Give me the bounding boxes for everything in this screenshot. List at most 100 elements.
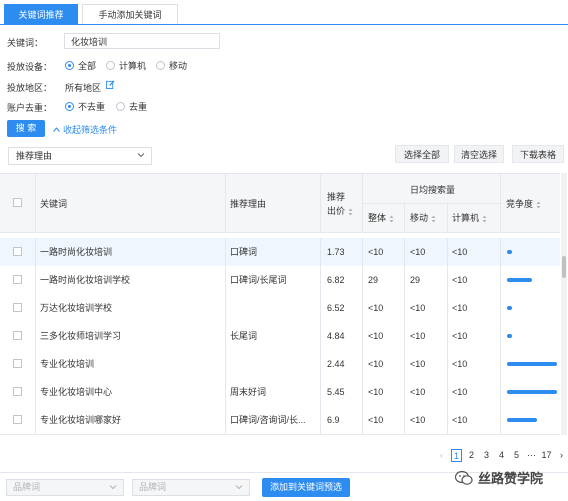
cell-computer: <10 bbox=[452, 331, 468, 341]
dedup-radio-yes[interactable]: 去重 bbox=[116, 100, 147, 113]
competition-bar bbox=[507, 278, 532, 282]
cell-keyword: 专业化妆培训中心 bbox=[40, 387, 113, 397]
row-checkbox[interactable] bbox=[13, 415, 22, 424]
page-4[interactable]: 4 bbox=[496, 449, 507, 462]
row-checkbox[interactable] bbox=[13, 247, 22, 256]
prev-page-icon[interactable]: ‹ bbox=[436, 449, 447, 462]
table-row[interactable]: 一路时尚化妆培训 口碑词 1.73 <10 <10 <10 bbox=[0, 238, 560, 267]
cell-computer: <10 bbox=[452, 275, 468, 285]
cell-computer: <10 bbox=[452, 415, 468, 425]
header-mobile[interactable]: 移动 bbox=[410, 211, 436, 224]
search-button[interactable]: 搜 索 bbox=[7, 120, 45, 137]
radio-label: 全部 bbox=[78, 61, 97, 71]
cell-reason: 口碑词 bbox=[230, 247, 258, 257]
cell-keyword: 三多化妆师培训学习 bbox=[40, 331, 122, 341]
keyword-input[interactable] bbox=[64, 33, 220, 49]
footer-select-1[interactable]: 品牌词 bbox=[6, 479, 124, 496]
row-checkbox[interactable] bbox=[13, 387, 22, 396]
next-page-icon[interactable]: › bbox=[556, 449, 567, 462]
chevron-up-icon bbox=[53, 127, 60, 132]
scrollbar-thumb[interactable] bbox=[562, 256, 566, 278]
select-all-checkbox[interactable] bbox=[13, 198, 22, 207]
download-table-button[interactable]: 下载表格 bbox=[512, 145, 564, 163]
watermark: 丝路赞学院 bbox=[455, 468, 543, 487]
table-row[interactable]: 一路时尚化妆培训学校 口碑词/长尾词 6.82 29 29 <10 bbox=[0, 266, 560, 295]
tab-bar: 关键词推荐 手动添加关键词 bbox=[0, 0, 568, 25]
tab-keyword-recommend[interactable]: 关键词推荐 bbox=[4, 4, 78, 24]
cell-keyword: 专业化妆培训哪家好 bbox=[40, 415, 122, 425]
competition-bar bbox=[507, 418, 537, 422]
radio-dot bbox=[106, 61, 115, 70]
cell-reason bbox=[230, 350, 318, 378]
table-scrollbar[interactable] bbox=[561, 173, 567, 435]
table-row[interactable]: 三多化妆师培训学习 长尾词 4.84 <10 <10 <10 bbox=[0, 322, 560, 351]
cell-bid: 1.73 bbox=[327, 247, 345, 257]
table-header bbox=[0, 173, 560, 233]
page-2[interactable]: 2 bbox=[466, 449, 477, 462]
cell-bid: 4.84 bbox=[327, 331, 345, 341]
row-checkbox[interactable] bbox=[13, 359, 22, 368]
region-value: 所有地区 bbox=[65, 83, 102, 93]
dedup-radio-no[interactable]: 不去重 bbox=[65, 100, 105, 113]
dedup-label: 账户去重： bbox=[7, 103, 53, 113]
radio-label: 计算机 bbox=[119, 61, 147, 71]
edit-icon[interactable] bbox=[106, 80, 115, 89]
header-computer[interactable]: 计算机 bbox=[452, 211, 487, 224]
cell-computer: <10 bbox=[452, 247, 468, 257]
competition-bar bbox=[507, 362, 557, 366]
cell-bid: 6.52 bbox=[327, 303, 345, 313]
cell-computer: <10 bbox=[452, 387, 468, 397]
cell-mobile: <10 bbox=[410, 415, 426, 425]
cell-overall: <10 bbox=[368, 331, 384, 341]
cell-mobile: <10 bbox=[410, 387, 426, 397]
header-reason: 推荐理由 bbox=[230, 199, 267, 209]
device-radio-all[interactable]: 全部 bbox=[65, 59, 96, 72]
table-row[interactable]: 专业化妆培训哪家好 口碑词/咨询词/长... 6.9 <10 <10 <10 bbox=[0, 406, 560, 435]
pagination: ‹ 1 2 3 4 5 ··· 17 › bbox=[436, 448, 567, 462]
cell-overall: <10 bbox=[368, 387, 384, 397]
cell-bid: 6.82 bbox=[327, 275, 345, 285]
cell-mobile: <10 bbox=[410, 331, 426, 341]
cell-keyword: 一路时尚化妆培训学校 bbox=[40, 275, 131, 285]
header-overall-label: 整体 bbox=[368, 213, 387, 223]
row-checkbox[interactable] bbox=[13, 303, 22, 312]
header-bid[interactable]: 出价 bbox=[327, 204, 353, 217]
row-checkbox[interactable] bbox=[13, 275, 22, 284]
table-row[interactable]: 专业化妆培训中心 周末好词 5.45 <10 <10 <10 bbox=[0, 378, 560, 407]
chevron-down-icon bbox=[235, 485, 243, 490]
cell-overall: <10 bbox=[368, 415, 384, 425]
page-5[interactable]: 5 bbox=[511, 449, 522, 462]
reason-select[interactable]: 推荐理由 bbox=[8, 147, 152, 165]
cell-keyword: 一路时尚化妆培训 bbox=[40, 247, 113, 257]
header-bid-line2: 出价 bbox=[327, 206, 346, 216]
table-row[interactable]: 万达化妆培训学校 6.52 <10 <10 <10 bbox=[0, 294, 560, 323]
cell-bid: 2.44 bbox=[327, 359, 345, 369]
sort-icon bbox=[431, 215, 436, 223]
wechat-icon bbox=[455, 470, 473, 485]
collapse-filters-link[interactable]: 收起筛选条件 bbox=[53, 123, 117, 136]
competition-bar bbox=[507, 334, 512, 338]
header-competition[interactable]: 竞争度 bbox=[506, 197, 541, 210]
page-3[interactable]: 3 bbox=[481, 449, 492, 462]
cell-overall: <10 bbox=[368, 247, 384, 257]
cell-bid: 5.45 bbox=[327, 387, 345, 397]
row-checkbox[interactable] bbox=[13, 331, 22, 340]
cell-keyword: 万达化妆培训学校 bbox=[40, 303, 113, 313]
competition-bar bbox=[507, 250, 512, 254]
tab-manual-add[interactable]: 手动添加关键词 bbox=[82, 4, 178, 24]
page-17[interactable]: 17 bbox=[541, 449, 552, 462]
chevron-down-icon bbox=[109, 485, 117, 490]
sort-icon bbox=[389, 215, 394, 223]
footer-select-2[interactable]: 品牌词 bbox=[132, 479, 250, 496]
table-row[interactable]: 专业化妆培训 2.44 <10 <10 <10 bbox=[0, 350, 560, 379]
device-radio-mobile[interactable]: 移动 bbox=[156, 59, 187, 72]
add-to-preselect-button[interactable]: 添加到关键词预选 bbox=[262, 478, 350, 497]
page-ellipsis[interactable]: ··· bbox=[526, 449, 537, 462]
header-overall[interactable]: 整体 bbox=[368, 211, 394, 224]
select-all-button[interactable]: 选择全部 bbox=[395, 145, 449, 163]
device-radio-computer[interactable]: 计算机 bbox=[106, 59, 146, 72]
page-1[interactable]: 1 bbox=[451, 448, 462, 462]
cell-reason: 长尾词 bbox=[230, 331, 258, 341]
header-competition-label: 竞争度 bbox=[506, 199, 534, 209]
clear-selection-button[interactable]: 清空选择 bbox=[454, 145, 504, 163]
